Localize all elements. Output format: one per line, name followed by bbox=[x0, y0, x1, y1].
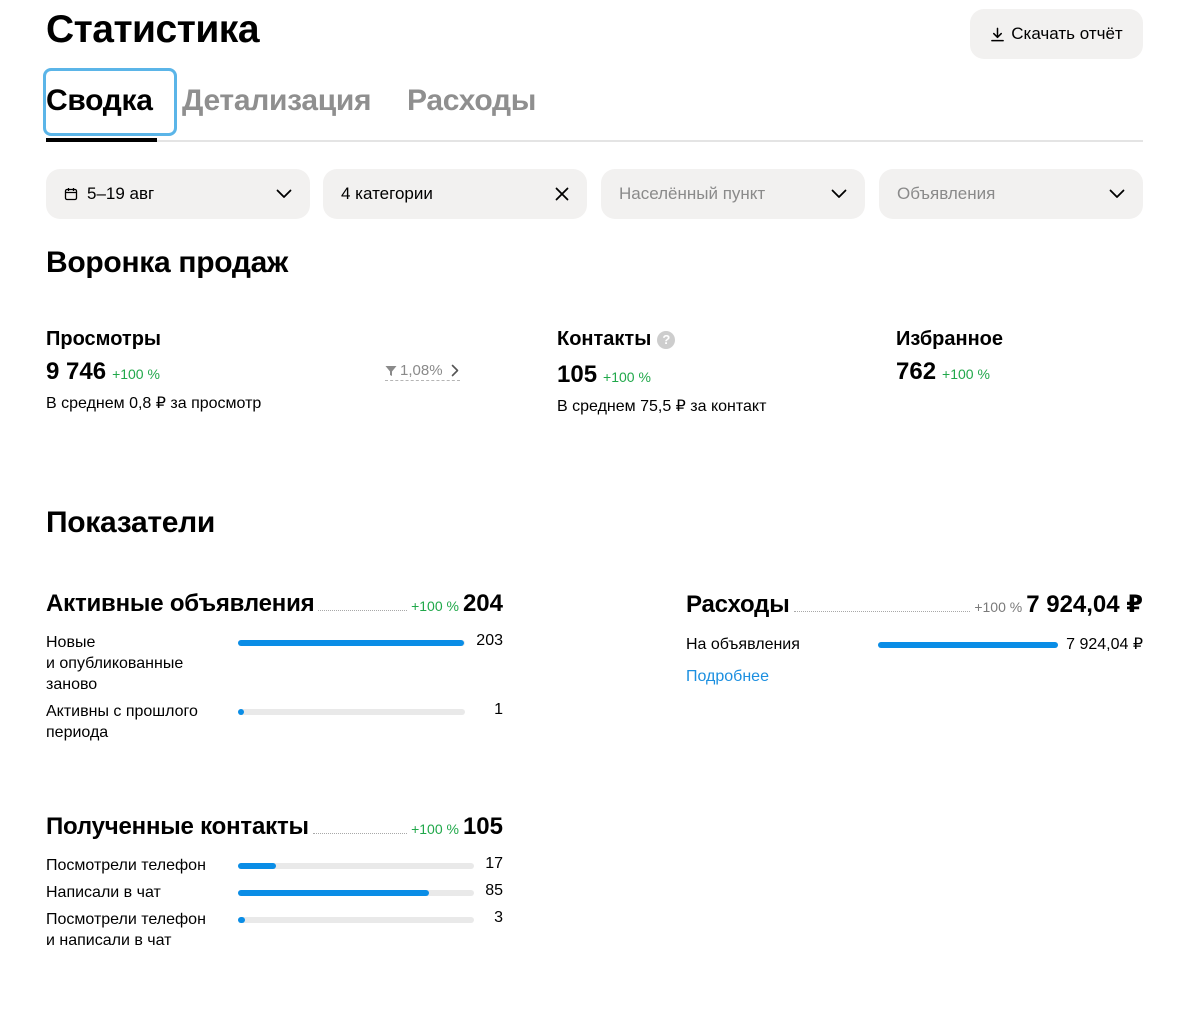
contacts-row-chat-value: 85 bbox=[485, 882, 503, 899]
label-line: периода bbox=[46, 724, 109, 741]
bar-fill bbox=[238, 640, 464, 646]
contacts-row-phone-bar bbox=[238, 863, 474, 869]
active-row-prev-bar bbox=[238, 709, 465, 715]
contacts-row-phone-value: 17 bbox=[485, 855, 503, 872]
expenses-title: Расходы bbox=[686, 591, 790, 618]
active-row-prev-label: Активны с прошлого периода bbox=[46, 701, 226, 743]
contacts-row-phone-label: Посмотрели телефон bbox=[46, 855, 236, 876]
active-listings-total: 204 bbox=[462, 590, 503, 617]
contacts-growth: +100 % bbox=[603, 369, 651, 385]
download-report-button[interactable]: Скачать отчёт bbox=[970, 9, 1143, 59]
funnel-icon bbox=[385, 365, 397, 376]
download-report-label: Скачать отчёт bbox=[1011, 24, 1123, 43]
favorites-value-row: 762 +100 % bbox=[896, 358, 990, 386]
bar-fill bbox=[878, 642, 1058, 648]
calendar-icon bbox=[64, 188, 78, 201]
expenses-row-label: На объявления bbox=[686, 636, 800, 653]
chevron-right-icon bbox=[451, 364, 458, 377]
active-listings-title: Активные объявления bbox=[46, 590, 315, 617]
expenses-header: Расходы +100 % 7 924,04 ₽ bbox=[686, 590, 1143, 619]
active-row-prev-value: 1 bbox=[494, 701, 503, 718]
listings-filter[interactable]: Объявления bbox=[879, 169, 1143, 219]
bar-fill bbox=[238, 863, 276, 869]
conversion-link[interactable]: 1,08% bbox=[385, 362, 460, 381]
listings-filter-placeholder: Объявления bbox=[897, 184, 996, 203]
question-icon[interactable]: ? bbox=[657, 330, 676, 349]
views-sub: В среднем 0,8 ₽ за просмотр bbox=[46, 395, 262, 412]
tabs-divider bbox=[46, 140, 1143, 142]
contacts-row-both-bar bbox=[238, 917, 474, 923]
contacts-label: Контакты bbox=[557, 328, 652, 350]
page-title: Статистика bbox=[46, 8, 260, 51]
chevron-down-icon bbox=[831, 189, 847, 198]
contacts-received-total: 105 bbox=[462, 813, 503, 840]
tab-focus-ring bbox=[43, 68, 177, 136]
tabs-bar: Сводка Детализация Расходы bbox=[43, 68, 1143, 142]
dotted-leader bbox=[793, 611, 971, 612]
expenses-growth: +100 % bbox=[974, 599, 1023, 615]
contacts-row-chat-bar bbox=[238, 890, 474, 896]
contacts-sub: В среднем 75,5 ₽ за контакт bbox=[557, 398, 767, 415]
expenses-total: 7 924,04 ₽ bbox=[1026, 591, 1143, 618]
label-line: Посмотрели телефон bbox=[46, 911, 206, 928]
views-label: Просмотры bbox=[46, 328, 162, 350]
favorites-growth: +100 % bbox=[942, 366, 990, 382]
contacts-value-row: 105 +100 % bbox=[557, 361, 651, 389]
favorites-label: Избранное bbox=[896, 328, 1004, 350]
active-row-new-bar bbox=[238, 640, 465, 646]
indicators-title: Показатели bbox=[46, 506, 216, 539]
contacts-row-chat-label: Написали в чат bbox=[46, 882, 236, 903]
contacts-received-title: Полученные контакты bbox=[46, 813, 309, 840]
label-line: и опубликованные bbox=[46, 655, 184, 672]
favorites-value: 762 bbox=[896, 358, 937, 385]
location-filter-placeholder: Населённый пункт bbox=[619, 184, 766, 203]
views-value-row: 9 746 +100 % bbox=[46, 358, 160, 386]
conversion-value: 1,08% bbox=[400, 362, 443, 379]
expenses-row-value: 7 924,04 ₽ bbox=[1066, 636, 1143, 653]
chevron-down-icon bbox=[1109, 189, 1125, 198]
funnel-title: Воронка продаж bbox=[46, 246, 288, 279]
contacts-row-both-label: Посмотрели телефон и написали в чат bbox=[46, 909, 236, 951]
dotted-leader bbox=[318, 610, 408, 611]
close-icon[interactable] bbox=[555, 187, 569, 201]
active-row-new-value: 203 bbox=[476, 632, 503, 649]
bar-fill bbox=[238, 890, 430, 896]
dotted-leader bbox=[312, 833, 408, 834]
bar-fill bbox=[238, 709, 244, 715]
contacts-value: 105 bbox=[557, 361, 598, 388]
label-line: Написали в чат bbox=[46, 884, 161, 901]
active-listings-growth: +100 % bbox=[411, 598, 459, 614]
period-filter[interactable]: 5–19 авг bbox=[46, 169, 310, 219]
download-icon bbox=[991, 27, 1005, 41]
active-listings-header: Активные объявления +100 % 204 bbox=[46, 590, 503, 618]
label-line: Новые bbox=[46, 634, 96, 651]
period-filter-value: 5–19 авг bbox=[87, 184, 155, 203]
contacts-received-header: Полученные контакты +100 % 105 bbox=[46, 813, 503, 841]
tab-active-underline bbox=[46, 138, 157, 142]
views-growth: +100 % bbox=[112, 366, 160, 382]
active-row-new-label: Новые и опубликованные заново bbox=[46, 632, 226, 695]
label-line: Активны с прошлого bbox=[46, 703, 198, 720]
views-value: 9 746 bbox=[46, 358, 107, 385]
location-filter[interactable]: Населённый пункт bbox=[601, 169, 865, 219]
label-line: заново bbox=[46, 676, 98, 693]
expenses-row-bar bbox=[878, 642, 1058, 648]
bar-fill bbox=[238, 917, 246, 923]
label-line: Посмотрели телефон bbox=[46, 857, 206, 874]
categories-filter[interactable]: 4 категории bbox=[323, 169, 587, 219]
expenses-more-link[interactable]: Подробнее bbox=[686, 668, 769, 686]
categories-filter-value: 4 категории bbox=[341, 184, 433, 203]
contacts-received-growth: +100 % bbox=[411, 821, 459, 837]
tab-expenses[interactable]: Расходы bbox=[407, 84, 536, 118]
tab-details[interactable]: Детализация bbox=[182, 84, 372, 118]
contacts-row-both-value: 3 bbox=[494, 909, 503, 926]
chevron-down-icon bbox=[276, 189, 292, 198]
contacts-label-row: Контакты ? bbox=[557, 328, 676, 351]
label-line: и написали в чат bbox=[46, 932, 172, 949]
